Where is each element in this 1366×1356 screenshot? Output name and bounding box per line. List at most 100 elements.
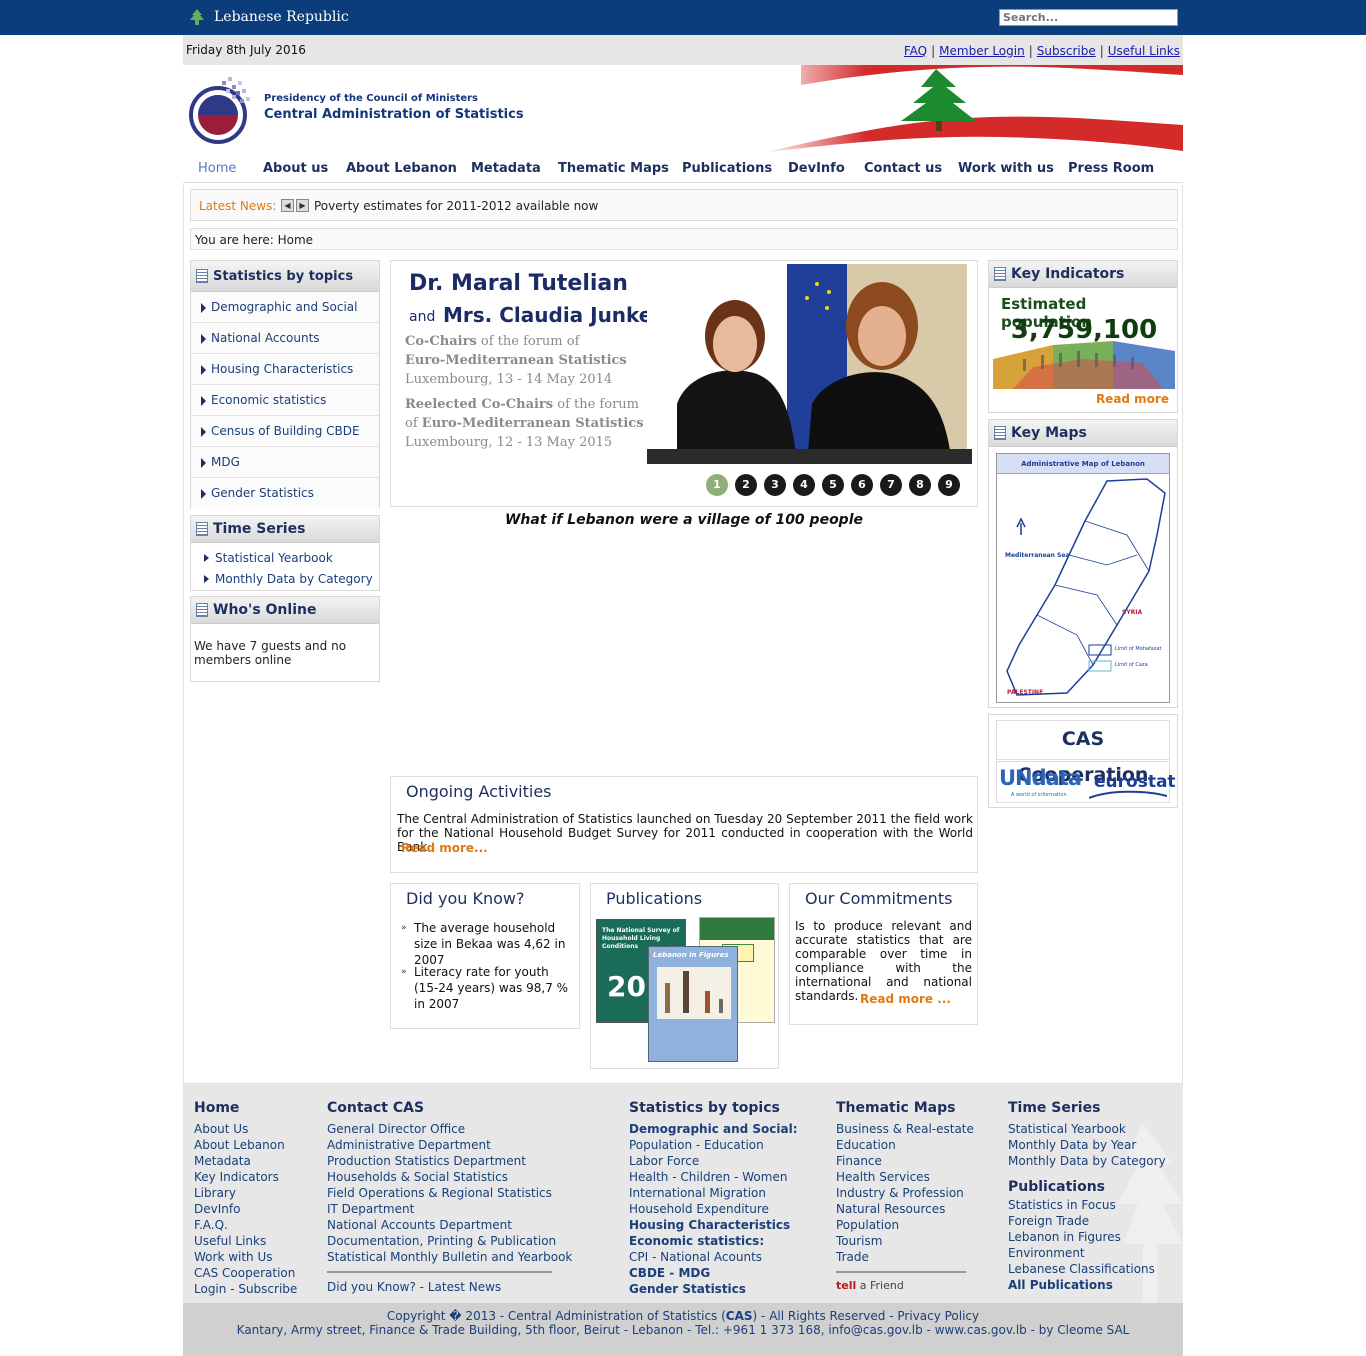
nav-press-room[interactable]: Press Room [1068,161,1154,176]
footer-link[interactable]: Monthly Data by Year [1008,1137,1166,1153]
footer-link[interactable]: CAS Cooperation [194,1265,297,1281]
eurostat-logo[interactable]: eurostat [1094,772,1176,792]
footer-link[interactable]: National Accounts Department [327,1217,572,1233]
footer-link[interactable]: Gender Statistics [629,1281,798,1297]
slide-page-8[interactable]: 8 [909,474,931,496]
village-caption[interactable]: What if Lebanon were a village of 100 pe… [390,512,978,528]
footer-heading[interactable]: Thematic Maps [836,1100,974,1116]
undata-logo[interactable]: UNdata [999,766,1082,790]
sidebar-item-statistical-yearbook[interactable]: Statistical Yearbook [191,548,379,569]
footer-link[interactable]: Business & Real-estate [836,1121,974,1137]
footer-link[interactable]: Demographic and Social: [629,1121,798,1137]
nav-thematic-maps[interactable]: Thematic Maps [558,161,669,176]
footer-link[interactable]: Administrative Department [327,1137,572,1153]
footer-heading[interactable]: Publications [1008,1179,1166,1195]
nav-about-us[interactable]: About us [263,161,328,176]
footer-link[interactable]: Housing Characteristics [629,1217,798,1233]
footer-link[interactable]: Library [194,1185,297,1201]
footer-link[interactable]: Education [836,1137,974,1153]
useful-links-link[interactable]: Useful Links [1108,44,1180,58]
commitments-read-more[interactable]: Read more ... [860,992,951,1006]
footer-link[interactable]: Labor Force [629,1153,798,1169]
footer-link[interactable]: Useful Links [194,1233,297,1249]
key-indicators-read-more[interactable]: Read more [1096,392,1169,406]
slide-page-9[interactable]: 9 [938,474,960,496]
footer-link[interactable]: Industry & Profession [836,1185,974,1201]
sidebar-item-demographic[interactable]: Demographic and Social [191,292,379,323]
footer-link[interactable]: Health Services [836,1169,974,1185]
tell-a-friend-link[interactable]: tell a Friend [836,1279,974,1292]
footer-link[interactable]: Did you Know? - Latest News [327,1279,572,1295]
footer-link[interactable]: Population - Education [629,1137,798,1153]
sidebar-item-gender[interactable]: Gender Statistics [191,478,379,509]
footer-link[interactable]: Metadata [194,1153,297,1169]
footer-link[interactable]: F.A.Q. [194,1217,297,1233]
footer-link[interactable]: Economic statistics: [629,1233,798,1249]
footer-link[interactable]: IT Department [327,1201,572,1217]
footer-link[interactable]: Production Statistics Department [327,1153,572,1169]
slide-page-4[interactable]: 4 [793,474,815,496]
footer-link[interactable]: Statistical Yearbook [1008,1121,1166,1137]
sidebar-item-economic[interactable]: Economic statistics [191,385,379,416]
sidebar-item-mdg[interactable]: MDG [191,447,379,478]
footer-link[interactable]: Tourism [836,1233,974,1249]
footer-link[interactable]: DevInfo [194,1201,297,1217]
footer-link[interactable]: Natural Resources [836,1201,974,1217]
footer-heading[interactable]: Contact CAS [327,1100,572,1116]
nav-home[interactable]: Home [198,161,236,176]
footer-link[interactable]: Work with Us [194,1249,297,1265]
faq-link[interactable]: FAQ [904,44,927,58]
footer-link[interactable]: Household Expenditure [629,1201,798,1217]
nav-publications[interactable]: Publications [682,161,772,176]
footer-link[interactable]: Lebanese Classifications [1008,1261,1166,1277]
footer-link[interactable]: General Director Office [327,1121,572,1137]
footer-link[interactable]: Documentation, Printing & Publication [327,1233,572,1249]
subscribe-link[interactable]: Subscribe [1037,44,1096,58]
search-input[interactable] [999,9,1178,26]
footer-link[interactable]: Households & Social Statistics [327,1169,572,1185]
administrative-map[interactable]: Administrative Map of Lebanon Mediterran… [996,453,1170,703]
nav-work-with-us[interactable]: Work with us [958,161,1054,176]
population-indicator[interactable]: Estimated population 3,759,100 [993,291,1175,389]
cas-logo[interactable] [188,71,252,147]
nav-metadata[interactable]: Metadata [471,161,541,176]
footer-heading[interactable]: Time Series [1008,1100,1166,1116]
footer-link[interactable]: Statistics in Focus [1008,1197,1166,1213]
footer-link[interactable]: Lebanon in Figures [1008,1229,1166,1245]
nav-devinfo[interactable]: DevInfo [788,161,845,176]
footer-link[interactable]: About Us [194,1121,297,1137]
nav-contact-us[interactable]: Contact us [864,161,942,176]
slide-page-7[interactable]: 7 [880,474,902,496]
footer-link[interactable]: CBDE - MDG [629,1265,798,1281]
footer-link[interactable]: Population [836,1217,974,1233]
footer-link[interactable]: Environment [1008,1245,1166,1261]
slide-page-5[interactable]: 5 [822,474,844,496]
latest-news-item[interactable]: Poverty estimates for 2011-2012 availabl… [314,199,598,213]
footer-link[interactable]: Field Operations & Regional Statistics [327,1185,572,1201]
footer-link[interactable]: Health - Children - Women [629,1169,798,1185]
sidebar-item-monthly-data[interactable]: Monthly Data by Category [191,569,379,590]
footer-link[interactable]: Trade [836,1249,974,1265]
footer-link[interactable]: Key Indicators [194,1169,297,1185]
slide-page-1[interactable]: 1 [706,474,728,496]
footer-link[interactable]: All Publications [1008,1277,1166,1293]
footer-link[interactable]: Finance [836,1153,974,1169]
footer-link[interactable]: International Migration [629,1185,798,1201]
footer-link[interactable]: CPI - National Acounts [629,1249,798,1265]
footer-link[interactable]: Login - Subscribe [194,1281,297,1297]
footer-link[interactable]: About Lebanon [194,1137,297,1153]
footer-heading[interactable]: Statistics by topics [629,1100,798,1116]
news-prev-icon[interactable]: ◀ [281,199,294,212]
featured-slider[interactable]: Dr. Maral Tutelian and Mrs. Claudia Junk… [390,260,978,507]
ongoing-read-more[interactable]: Read more... [401,841,488,855]
sidebar-item-housing[interactable]: Housing Characteristics [191,354,379,385]
slide-page-6[interactable]: 6 [851,474,873,496]
republic-brand[interactable]: Lebanese Republic [188,8,349,26]
footer-link[interactable]: Foreign Trade [1008,1213,1166,1229]
footer-heading[interactable]: Home [194,1100,297,1116]
sidebar-item-national-accounts[interactable]: National Accounts [191,323,379,354]
slide-page-3[interactable]: 3 [764,474,786,496]
footer-link[interactable]: Statistical Monthly Bulletin and Yearboo… [327,1249,572,1265]
footer-link[interactable]: Monthly Data by Category [1008,1153,1166,1169]
sidebar-item-census[interactable]: Census of Building CBDE [191,416,379,447]
